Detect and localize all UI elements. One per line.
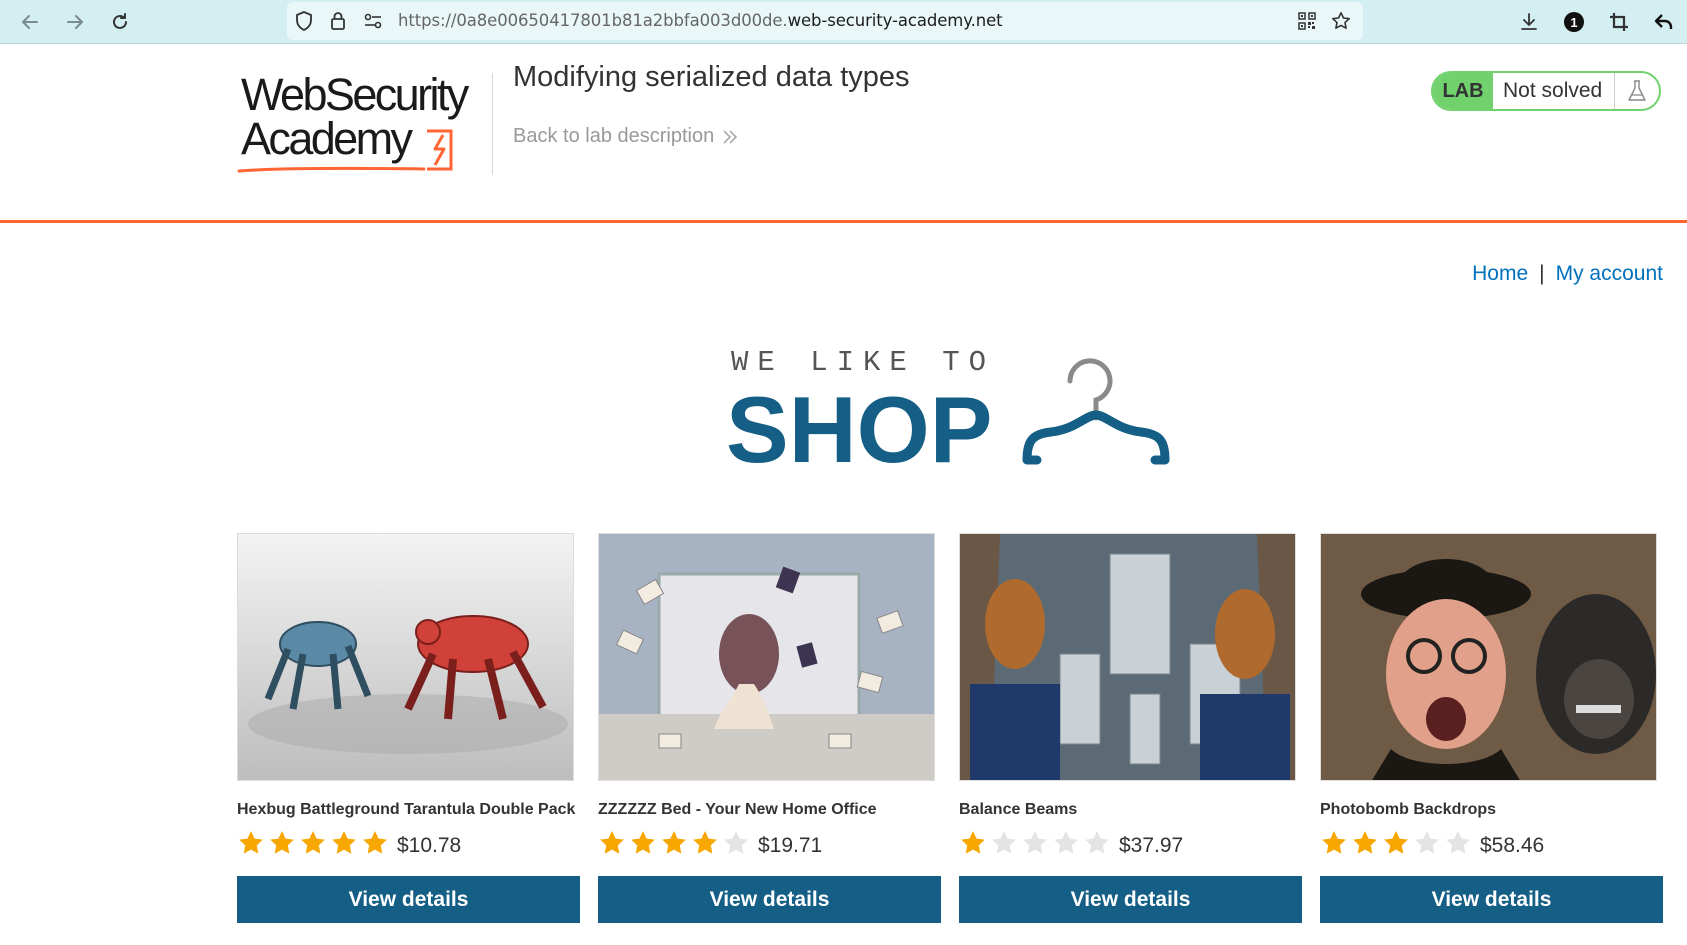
product-price: $19.71 — [758, 834, 823, 857]
address-bar[interactable]: https://0a8e00650417801b81a2bbfa003d00de… — [287, 2, 1363, 40]
lab-title: Modifying serialized data types — [513, 61, 910, 93]
star-filled-icon — [600, 831, 624, 854]
reload-icon[interactable] — [103, 5, 137, 39]
lab-status-widget: LAB Not solved — [1431, 71, 1661, 111]
back-link-label: Back to lab description — [513, 125, 715, 147]
url-text[interactable]: https://0a8e00650417801b81a2bbfa003d00de… — [398, 11, 1003, 30]
nav-separator: | — [1539, 262, 1545, 285]
logo-lightning-icon — [237, 129, 453, 173]
view-details-button[interactable]: View details — [598, 876, 941, 923]
coat-hanger-icon — [1022, 358, 1170, 465]
star-filled-icon — [693, 831, 717, 854]
lock-icon[interactable] — [327, 10, 349, 32]
product-rating-row: $10.78 — [237, 827, 580, 859]
star-filled-icon — [961, 831, 985, 854]
shop-hero-banner: WE LIKE TO SHOP — [725, 346, 1185, 482]
star-empty-icon — [1085, 831, 1109, 854]
star-filled-icon — [631, 831, 655, 854]
star-empty-icon — [1415, 831, 1439, 854]
product-card: Balance Beams $37.97 View details — [959, 533, 1302, 923]
url-host: web-security-academy.net — [787, 11, 1003, 30]
star-filled-icon — [301, 831, 325, 854]
star-filled-icon — [1353, 831, 1377, 854]
lab-status-tag: LAB — [1433, 73, 1493, 109]
star-rating — [959, 829, 1111, 857]
account-badge-icon[interactable]: 1 — [1558, 6, 1590, 38]
star-rating — [1320, 829, 1472, 857]
product-name: ZZZZZZ Bed - Your New Home Office — [598, 801, 877, 818]
logo-divider — [492, 73, 493, 175]
flask-icon — [1615, 73, 1659, 109]
star-rating — [598, 829, 750, 857]
url-prefix: https://0a8e00650417801b81a2bbfa003d00de… — [398, 11, 788, 30]
product-rating-row: $19.71 — [598, 827, 941, 859]
product-price: $58.46 — [1480, 834, 1545, 857]
product-name: Hexbug Battleground Tarantula Double Pac… — [237, 801, 576, 818]
lab-status-text: Not solved — [1493, 73, 1615, 109]
product-card: Photobomb Backdrops $58.46 View details — [1320, 533, 1663, 923]
product-price: $10.78 — [397, 834, 462, 857]
star-filled-icon — [363, 831, 387, 854]
qr-code-icon[interactable] — [1296, 10, 1318, 32]
product-price: $37.97 — [1119, 834, 1184, 857]
star-empty-icon — [1446, 831, 1470, 854]
crop-icon[interactable] — [1603, 6, 1635, 38]
view-details-button[interactable]: View details — [237, 876, 580, 923]
bookmark-star-icon[interactable] — [1330, 10, 1352, 32]
account-badge: 1 — [1564, 12, 1584, 32]
star-empty-icon — [724, 831, 748, 854]
lab-header: WebSecurity Academy Modifying serialized… — [0, 45, 1687, 223]
download-icon[interactable] — [1513, 6, 1545, 38]
hero-shop-title: SHOP — [726, 377, 993, 482]
star-empty-icon — [992, 831, 1016, 854]
view-details-button[interactable]: View details — [1320, 876, 1663, 923]
product-rating-row: $58.46 — [1320, 827, 1663, 859]
product-card: Hexbug Battleground Tarantula Double Pac… — [237, 533, 580, 923]
star-empty-icon — [1054, 831, 1078, 854]
web-security-academy-logo[interactable]: WebSecurity Academy — [237, 69, 487, 173]
product-image-bed[interactable] — [598, 533, 935, 781]
star-filled-icon — [1384, 831, 1408, 854]
product-name: Balance Beams — [959, 801, 1078, 818]
back-arrow-icon[interactable] — [13, 5, 47, 39]
star-filled-icon — [270, 831, 294, 854]
product-image-photobomb[interactable] — [1320, 533, 1657, 781]
product-image-tarantula[interactable] — [237, 533, 574, 781]
star-filled-icon — [239, 831, 263, 854]
permissions-icon[interactable] — [362, 10, 384, 32]
back-to-lab-description-link[interactable]: Back to lab description — [513, 125, 738, 148]
product-image-balance-beams[interactable] — [959, 533, 1296, 781]
view-details-button[interactable]: View details — [959, 876, 1302, 923]
star-empty-icon — [1023, 831, 1047, 854]
my-account-link[interactable]: My account — [1556, 262, 1663, 285]
home-link[interactable]: Home — [1472, 262, 1528, 285]
product-card: ZZZZZZ Bed - Your New Home Office $19.71… — [598, 533, 941, 923]
double-chevron-right-icon — [723, 129, 738, 144]
product-rating-row: $37.97 — [959, 827, 1302, 859]
star-filled-icon — [662, 831, 686, 854]
star-filled-icon — [332, 831, 356, 854]
star-rating — [237, 829, 389, 857]
shield-icon[interactable] — [293, 10, 315, 32]
browser-toolbar: https://0a8e00650417801b81a2bbfa003d00de… — [0, 0, 1687, 44]
product-name: Photobomb Backdrops — [1320, 801, 1497, 818]
hero-tagline: WE LIKE TO — [731, 346, 996, 379]
top-nav: Home | My account — [1472, 262, 1663, 286]
undo-icon[interactable] — [1648, 6, 1680, 38]
forward-arrow-icon[interactable] — [58, 5, 92, 39]
star-filled-icon — [1322, 831, 1346, 854]
